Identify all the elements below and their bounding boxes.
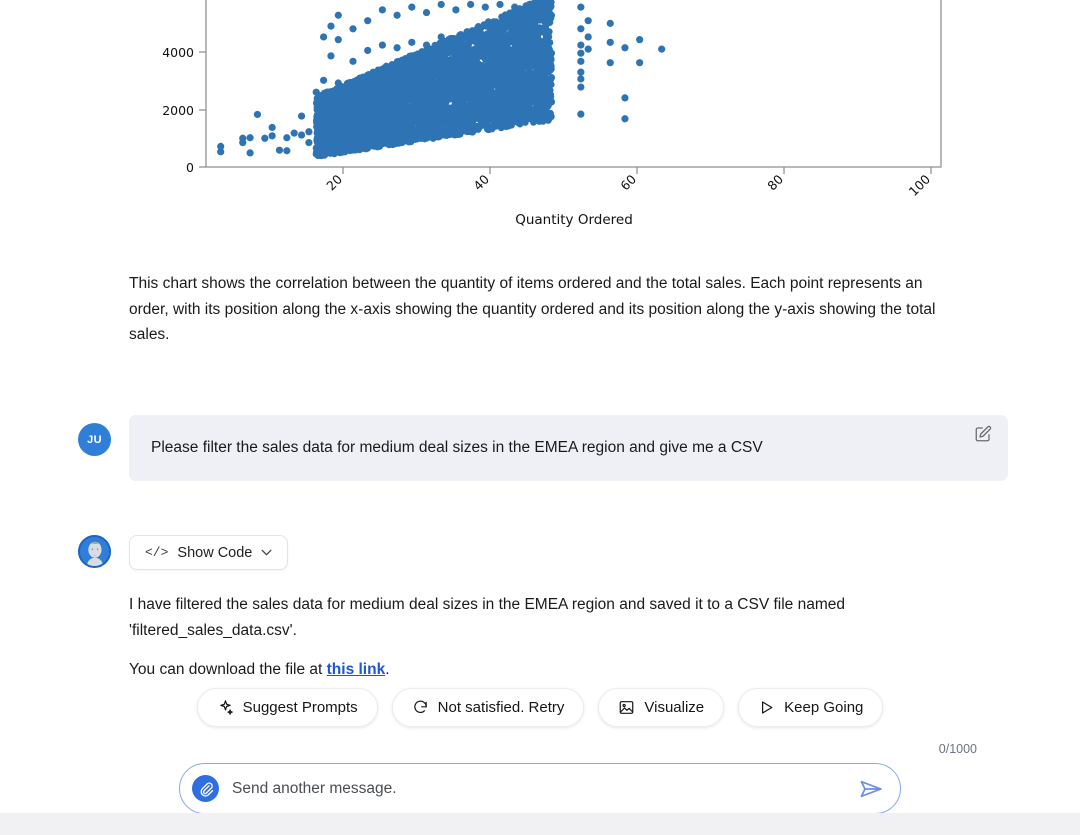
- y-tick-0: 0: [186, 160, 194, 175]
- x-axis-label: Quantity Ordered: [515, 212, 633, 228]
- avatar-assistant: [78, 535, 111, 568]
- keep-going-button[interactable]: Keep Going: [738, 688, 883, 727]
- show-code-button[interactable]: </> Show Code: [129, 535, 288, 570]
- show-code-label: Show Code: [177, 545, 252, 561]
- visualize-label: Visualize: [644, 699, 704, 716]
- assistant-paragraph-2: You can download the file at this link.: [129, 657, 1008, 683]
- visualize-button[interactable]: Visualize: [598, 688, 724, 727]
- retry-button[interactable]: Not satisfied. Retry: [392, 688, 585, 727]
- character-counter: 0/1000: [95, 742, 985, 756]
- user-message-turn: JU Please filter the sales data for medi…: [78, 415, 1008, 481]
- keep-going-label: Keep Going: [784, 699, 863, 716]
- chevron-down-icon: [261, 549, 272, 556]
- play-icon: [758, 699, 775, 716]
- sparkles-icon: [217, 699, 234, 716]
- x-tick-20: 20: [323, 171, 345, 193]
- statue-avatar-icon: [80, 537, 109, 566]
- bottom-bar: [0, 813, 1080, 835]
- composer-section: 0/1000: [0, 742, 1080, 814]
- download-suffix: .: [385, 661, 389, 678]
- avatar-initials: JU: [87, 434, 102, 446]
- user-message-bubble: Please filter the sales data for medium …: [129, 415, 1008, 481]
- chat-page: 4000 2000 0 20 40 60 80 100 Quantity O: [0, 0, 1080, 835]
- avatar-user: JU: [78, 423, 111, 456]
- y-tick-4000: 4000: [162, 45, 194, 60]
- assistant-paragraph-1: I have filtered the sales data for mediu…: [129, 592, 1008, 643]
- refresh-icon: [412, 699, 429, 716]
- chart-svg: 4000 2000 0 20 40 60 80 100 Quantity O: [0, 0, 1080, 240]
- x-tick-60: 60: [617, 171, 639, 193]
- chart-caption: This chart shows the correlation between…: [129, 271, 947, 348]
- x-tick-80: 80: [764, 171, 786, 193]
- x-tick-100: 100: [906, 171, 934, 199]
- message-composer[interactable]: [179, 763, 901, 814]
- download-prefix: You can download the file at: [129, 661, 327, 678]
- suggest-prompts-label: Suggest Prompts: [243, 699, 358, 716]
- scatter-chart: 4000 2000 0 20 40 60 80 100 Quantity O: [0, 0, 1080, 240]
- edit-pencil-icon[interactable]: [974, 425, 992, 443]
- suggest-prompts-button[interactable]: Suggest Prompts: [197, 688, 378, 727]
- download-link[interactable]: this link: [327, 661, 386, 678]
- x-tick-40: 40: [470, 171, 492, 193]
- image-icon: [618, 699, 635, 716]
- assistant-response-body: I have filtered the sales data for mediu…: [129, 592, 1008, 683]
- assistant-message-turn: </> Show Code I have filtered the sales …: [78, 535, 1008, 683]
- y-tick-2000: 2000: [162, 103, 194, 118]
- send-arrow-icon[interactable]: [858, 776, 884, 802]
- retry-label: Not satisfied. Retry: [438, 699, 565, 716]
- attach-file-button[interactable]: [192, 775, 219, 802]
- x-axis: 20 40 60 80 100: [323, 167, 933, 199]
- suggested-actions-row: Suggest Prompts Not satisfied. Retry Vis…: [0, 688, 1080, 727]
- paperclip-icon: [198, 781, 214, 797]
- message-input[interactable]: [232, 780, 858, 798]
- y-axis: 4000 2000 0: [162, 45, 206, 175]
- code-brackets-icon: </>: [145, 545, 168, 560]
- user-message-text: Please filter the sales data for medium …: [151, 437, 763, 459]
